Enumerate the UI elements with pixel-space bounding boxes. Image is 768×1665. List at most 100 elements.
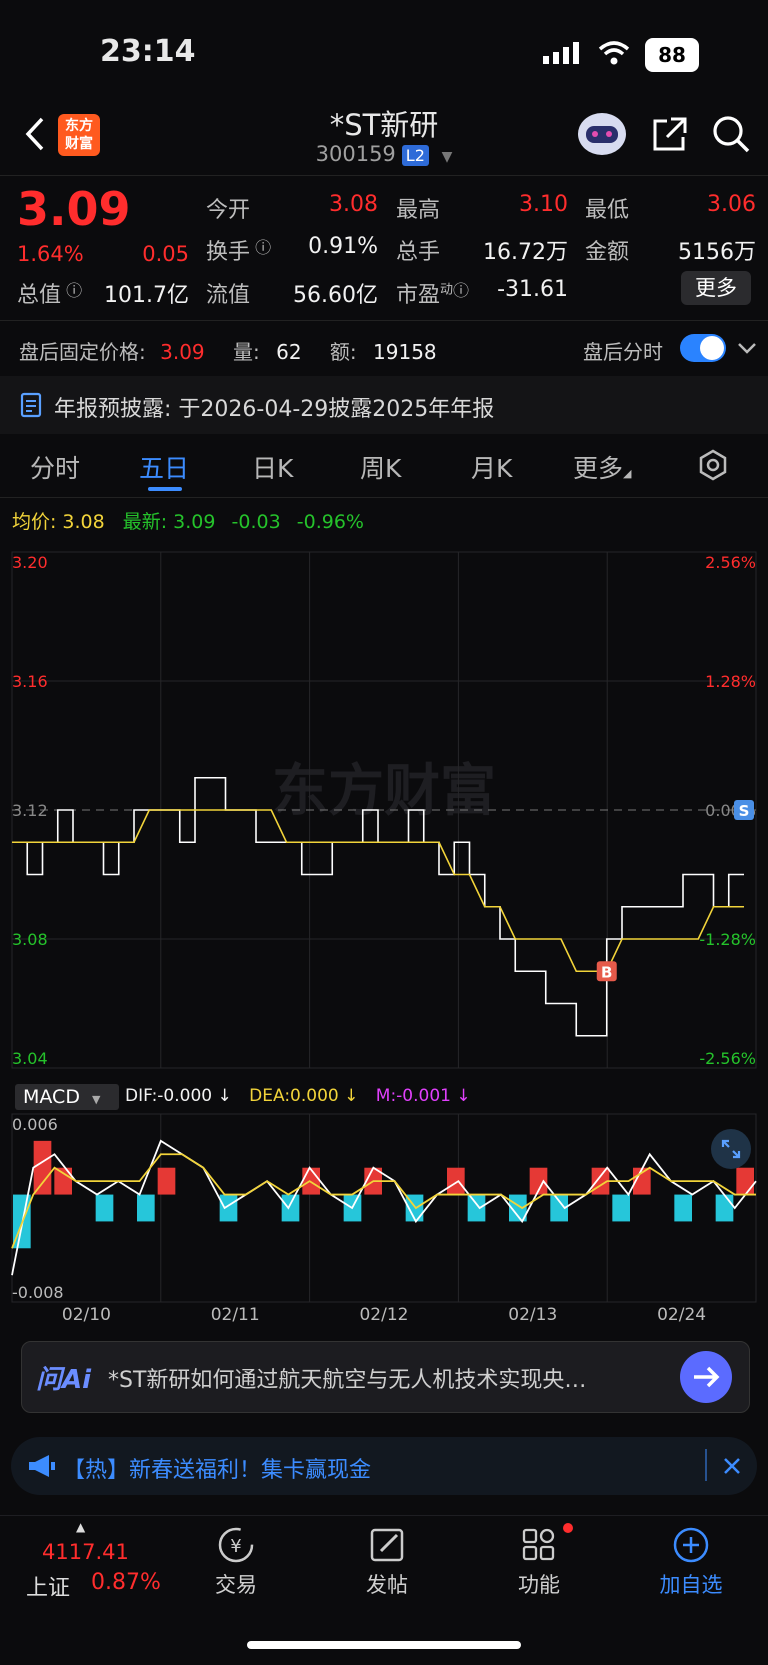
macd-bar xyxy=(33,1140,52,1195)
macd-bar xyxy=(157,1167,176,1195)
add-circle-icon xyxy=(671,1525,711,1569)
macd-bar xyxy=(736,1167,754,1195)
nav-add-watchlist-label: 加自选 xyxy=(659,1573,723,1597)
macd-bar xyxy=(715,1194,734,1222)
y-axis-label-right: 2.56% xyxy=(705,553,756,572)
avg-price: 3.08 xyxy=(62,511,105,533)
index-percent: 0.87% xyxy=(91,1570,161,1595)
price-line xyxy=(12,776,744,1037)
float-cap-value: 56.60亿 xyxy=(293,283,378,308)
stock-code: 300159 xyxy=(315,142,396,166)
macd-dif: DIF:-0.000 xyxy=(125,1086,213,1106)
chevron-down-icon[interactable] xyxy=(737,338,757,358)
change-value: 0.05 xyxy=(142,242,189,266)
notice-separator xyxy=(705,1449,707,1481)
settings-icon[interactable] xyxy=(697,449,729,481)
high-label: 最高 xyxy=(396,198,441,223)
chevron-down-icon: ▼ xyxy=(441,149,453,165)
trade-marker-label: S xyxy=(739,802,750,820)
current-price: 3.09 xyxy=(17,182,131,236)
macd-bar xyxy=(281,1194,300,1222)
volume-value: 16.72万 xyxy=(483,240,568,265)
tab-daily-k[interactable]: 日K xyxy=(252,449,293,485)
amount-value: 5156万 xyxy=(678,240,756,265)
nav-trade[interactable]: ¥ 交易 xyxy=(176,1525,296,1597)
nav-functions[interactable]: 功能 xyxy=(479,1523,599,1597)
price-chart[interactable]: 东方财富 3.20 2.56%3.16 1.28%3.12 0.00%3.08 -1.2… xyxy=(0,540,768,1080)
macd-frame xyxy=(11,1113,757,1303)
market-cap-value: 101.7亿 xyxy=(104,283,189,308)
yen-icon: ¥ xyxy=(216,1525,256,1569)
more-button[interactable]: 更多 xyxy=(681,271,751,305)
latest-change: -0.03 xyxy=(231,511,281,533)
index-widget[interactable]: ▲ 4117.41 上证 0.87% xyxy=(20,1520,170,1601)
latest-change-pct: -0.96% xyxy=(296,511,364,533)
promo-notice[interactable]: 【热】新春送福利！集卡赢现金 xyxy=(11,1437,757,1495)
announcement-bar[interactable]: 年报预披露: 于2026-04-29披露2025年年报 xyxy=(0,376,768,434)
expand-icon[interactable] xyxy=(711,1129,751,1169)
x-axis-label: 02/24 xyxy=(657,1305,707,1325)
x-axis-labels: 02/10 02/11 02/12 02/13 02/24 xyxy=(0,1305,768,1329)
indicator-select[interactable]: MACD ▼ xyxy=(15,1084,119,1110)
macd-chart[interactable]: 0.006 -0.008 xyxy=(0,1112,768,1304)
search-icon[interactable] xyxy=(711,114,751,154)
index-name: 上证 xyxy=(26,1576,71,1601)
nav-post[interactable]: 发帖 xyxy=(327,1525,447,1597)
macd-y-label: 0.006 xyxy=(12,1115,58,1134)
caret-up-icon: ▲ xyxy=(76,1520,86,1534)
afterhours-volume: 62 xyxy=(276,340,302,364)
macd-dea: DEA:0.000 xyxy=(249,1086,339,1106)
signal-icon xyxy=(543,42,583,64)
megaphone-icon xyxy=(27,1453,57,1483)
y-axis-label-left: 3.04 xyxy=(12,1049,48,1068)
y-axis-label-left: 3.16 xyxy=(12,672,48,691)
grid-icon xyxy=(519,1525,559,1569)
afterhours-toggle[interactable] xyxy=(680,334,726,362)
macd-bar xyxy=(674,1194,692,1222)
y-axis-label-right: -2.56% xyxy=(699,1049,756,1068)
macd-bar xyxy=(95,1194,114,1222)
amount-label: 金额 xyxy=(585,240,630,265)
afterhours-amount: 19158 xyxy=(373,340,437,364)
y-axis-label-left: 3.20 xyxy=(12,553,48,572)
promo-text: 【热】新春送福利！集卡赢现金 xyxy=(63,1458,372,1483)
info-icon[interactable]: ⓘ xyxy=(250,238,271,257)
tab-intraday[interactable]: 分时 xyxy=(30,449,80,485)
tab-monthly-k[interactable]: 月K xyxy=(471,449,512,485)
wifi-icon xyxy=(598,40,630,66)
market-cap-label: 总值 ⓘ xyxy=(17,281,83,308)
report-icon xyxy=(20,392,44,422)
macd-bar xyxy=(467,1194,486,1222)
low-value: 3.06 xyxy=(707,192,756,217)
info-icon[interactable]: ⓘ xyxy=(453,281,469,300)
change-percent: 1.64% xyxy=(17,242,84,266)
open-label: 今开 xyxy=(206,198,251,223)
high-value: 3.10 xyxy=(519,192,568,217)
tab-more[interactable]: 更多◢ xyxy=(573,449,631,485)
battery-indicator: 88 xyxy=(645,38,699,72)
x-axis-label: 02/11 xyxy=(210,1305,260,1325)
tab-weekly-k[interactable]: 周K xyxy=(360,449,401,485)
share-icon[interactable] xyxy=(651,115,689,153)
nav-add-watchlist[interactable]: 加自选 xyxy=(631,1525,751,1597)
trade-marker-label: B xyxy=(601,963,612,981)
nav-divider xyxy=(0,1515,768,1516)
arrow-right-icon[interactable] xyxy=(680,1351,732,1403)
x-axis-label: 02/10 xyxy=(61,1305,111,1325)
chart-watermark: 东方财富 xyxy=(272,759,496,824)
x-axis-label: 02/13 xyxy=(508,1305,558,1325)
macd-bar xyxy=(137,1194,155,1222)
edit-icon xyxy=(367,1525,407,1569)
turnover-value: 0.91% xyxy=(308,234,378,259)
svg-text:¥: ¥ xyxy=(230,1536,241,1557)
chart-summary: 均价: 3.08 最新: 3.09 -0.03 -0.96% xyxy=(12,511,364,533)
header-divider xyxy=(0,175,768,176)
close-icon[interactable] xyxy=(721,1455,743,1477)
nav-post-label: 发帖 xyxy=(366,1573,408,1597)
macd-dif-line xyxy=(11,1139,757,1276)
tab-five-day[interactable]: 五日 xyxy=(139,449,189,485)
ask-ai-logo: 问Ai xyxy=(36,1365,92,1395)
robot-avatar-icon[interactable] xyxy=(576,110,628,158)
info-icon[interactable]: ⓘ xyxy=(61,281,82,300)
ask-ai-bar[interactable]: 问Ai *ST新研如何通过航天航空与无人机技术实现央… xyxy=(21,1341,750,1413)
